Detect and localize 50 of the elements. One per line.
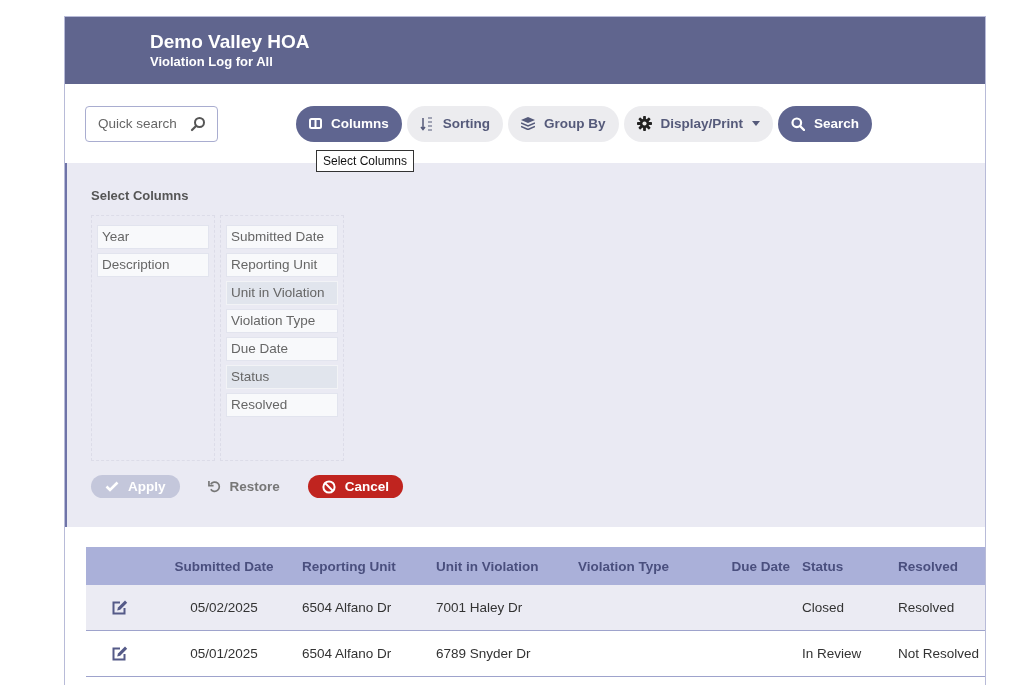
column-header[interactable]: Unit in Violation xyxy=(430,547,572,585)
columns-icon xyxy=(309,118,322,129)
tooltip: Select Columns xyxy=(316,149,415,172)
cancel-button[interactable]: Cancel xyxy=(307,475,404,498)
search-icon xyxy=(791,116,806,131)
column-header[interactable]: Status xyxy=(796,547,892,585)
search-button[interactable]: Search xyxy=(778,105,873,142)
panel-title: Select Columns xyxy=(91,188,190,203)
column-item[interactable]: Description xyxy=(97,253,209,277)
ban-icon xyxy=(321,479,336,494)
app-title: Demo Valley HOA xyxy=(150,30,311,54)
table-cell: 6789 Snyder Dr xyxy=(436,646,531,661)
column-header[interactable]: Reporting Unit xyxy=(296,547,430,585)
table-cell: 6504 Alfano Dr xyxy=(302,600,392,615)
table-cell: 05/02/2025 xyxy=(190,600,258,615)
table-cell: Resolved xyxy=(898,600,955,615)
page-subtitle: Violation Log for All xyxy=(150,54,274,70)
undo-icon xyxy=(207,480,221,493)
sort-icon xyxy=(419,116,434,131)
edit-icon[interactable] xyxy=(110,600,128,616)
column-item[interactable]: Due Date xyxy=(226,337,338,361)
quick-search-field[interactable]: Quick search xyxy=(85,105,218,142)
table-cell: 7001 Haley Dr xyxy=(436,600,523,615)
table-cell: Not Resolved xyxy=(898,646,980,661)
table-cell: 05/01/2025 xyxy=(190,646,258,661)
edit-icon[interactable] xyxy=(110,646,128,662)
gear-icon xyxy=(636,116,652,131)
table-cell: In Review xyxy=(802,646,862,661)
column-header[interactable]: Due Date xyxy=(702,547,796,585)
column-header[interactable]: Resolved xyxy=(892,547,985,585)
column-item[interactable]: Submitted Date xyxy=(226,225,338,249)
column-item[interactable]: Reporting Unit xyxy=(226,253,338,277)
table-cell: 6504 Alfano Dr xyxy=(302,646,392,661)
layers-icon xyxy=(521,117,535,130)
column-item[interactable]: Status xyxy=(226,365,338,389)
check-icon xyxy=(105,481,119,492)
restore-button[interactable]: Restore xyxy=(193,475,294,498)
caret-icon xyxy=(752,121,761,126)
toolbar-button[interactable]: Sorting xyxy=(406,105,503,142)
toolbar-button[interactable]: Display/Print xyxy=(623,105,774,142)
table-cell: Closed xyxy=(802,600,845,615)
toolbar-button[interactable]: Columns xyxy=(296,105,402,142)
column-header[interactable]: Violation Type xyxy=(572,547,702,585)
column-item[interactable]: Unit in Violation xyxy=(226,281,338,305)
column-header[interactable]: Submitted Date xyxy=(152,547,296,585)
toolbar-button[interactable]: Group By xyxy=(508,105,619,142)
column-item[interactable]: Violation Type xyxy=(226,309,338,333)
column-item[interactable]: Resolved xyxy=(226,393,338,417)
search-icon xyxy=(190,115,206,132)
column-item[interactable]: Year xyxy=(97,225,209,249)
